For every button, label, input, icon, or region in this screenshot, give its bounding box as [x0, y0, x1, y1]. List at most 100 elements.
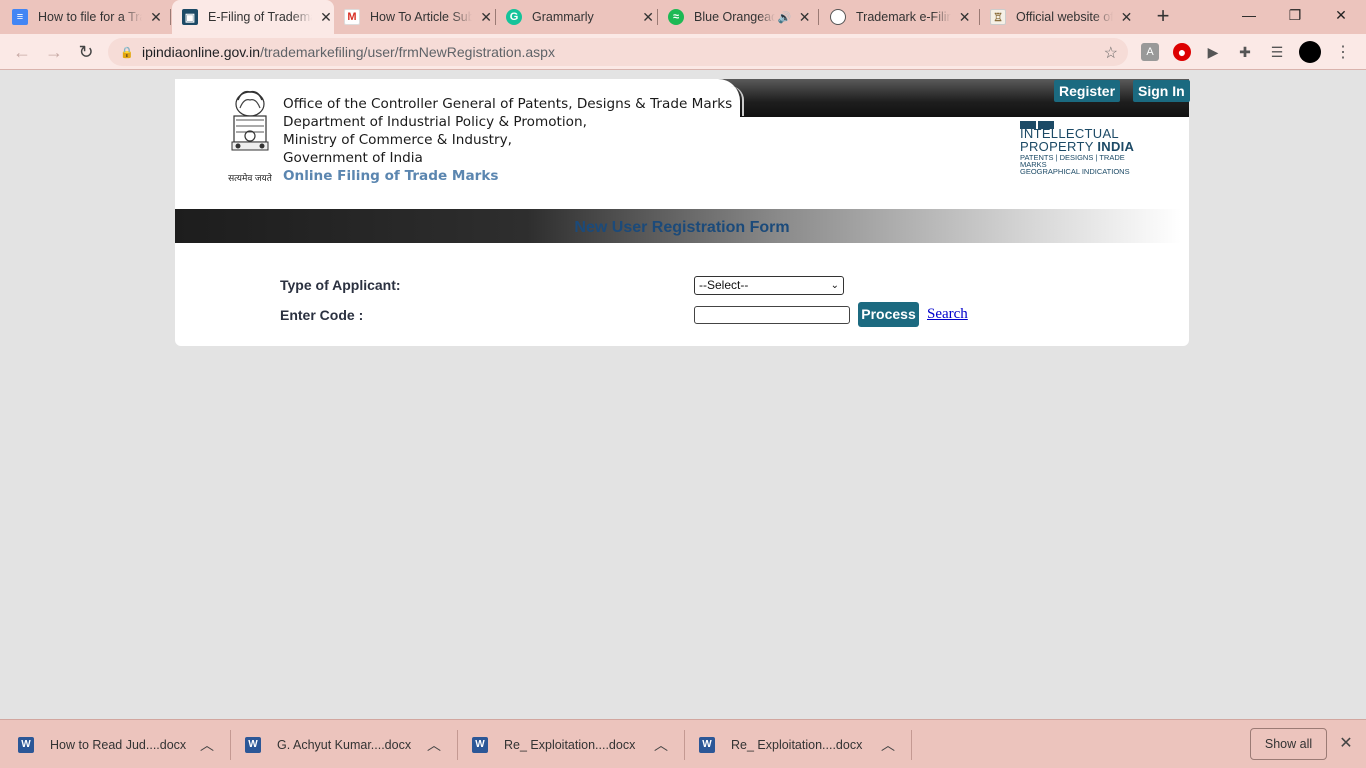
download-filename: Re_ Exploitation....docx: [504, 737, 636, 752]
tab-title: E-Filing of Trademark: [208, 10, 312, 24]
tab-official-website[interactable]: ♖ Official website of ✕: [990, 0, 1134, 34]
tab-separator: [495, 9, 496, 25]
emblem-icon: ♖: [990, 9, 1006, 25]
tab-title: How To Article Submission: [370, 10, 473, 24]
extensions-puzzle-icon[interactable]: ✚: [1236, 43, 1254, 61]
ashoka-emblem-icon: [231, 90, 269, 151]
address-bar[interactable]: 🔒 ipindiaonline.gov.in/trademarkefiling/…: [108, 38, 1128, 66]
office-title-block: Office of the Controller General of Pate…: [283, 95, 732, 185]
logo-line2a: PROPERTY: [1020, 139, 1098, 154]
register-button[interactable]: Register: [1054, 80, 1121, 102]
word-doc-icon: W: [472, 736, 488, 753]
tab-how-to-file[interactable]: ≡ How to file for a Trademark ✕: [12, 0, 170, 34]
logo-line3: PATENTS | DESIGNS | TRADE MARKS GEOGRAPH…: [1020, 153, 1150, 176]
url-path: /trademarkefiling/user/frmNewRegistratio…: [260, 44, 555, 60]
code-input[interactable]: [694, 306, 850, 324]
word-doc-icon: W: [18, 736, 34, 753]
office-line: Department of Industrial Policy & Promot…: [283, 114, 587, 130]
adblock-icon[interactable]: ●: [1173, 43, 1191, 61]
emblem-caption: सत्यमेव जयते: [228, 173, 272, 183]
logo-line2: PROPERTY INDIA: [1020, 139, 1134, 154]
process-button[interactable]: Process: [858, 302, 919, 327]
back-arrow-icon[interactable]: ←: [10, 40, 34, 64]
tab-gmail[interactable]: M How To Article Submission ✕: [344, 0, 494, 34]
type-of-applicant-select[interactable]: --Select-- ⌄: [694, 276, 844, 295]
show-all-button[interactable]: Show all: [1250, 728, 1327, 760]
media-playlist-icon[interactable]: ☰: [1268, 43, 1286, 61]
download-separator: [230, 730, 231, 760]
restore-button[interactable]: ❐: [1272, 0, 1318, 30]
close-window-button[interactable]: ✕: [1318, 0, 1364, 30]
browser-toolbar: ← → ↻ 🔒 ipindiaonline.gov.in/trademarkef…: [0, 34, 1366, 70]
menu-kebab-icon[interactable]: ⋮: [1334, 43, 1352, 61]
grammarly-icon: G: [506, 9, 522, 25]
download-item[interactable]: W Re_ Exploitation....docx ︿: [472, 720, 682, 768]
close-icon[interactable]: ✕: [640, 9, 656, 25]
download-filename: G. Achyut Kumar....docx: [277, 737, 412, 752]
speaker-icon[interactable]: 🔊: [777, 11, 791, 24]
select-value: --Select--: [699, 278, 749, 292]
download-item[interactable]: W Re_ Exploitation....docx ︿: [699, 720, 909, 768]
globe-icon: [830, 9, 846, 25]
tab-separator: [657, 9, 658, 25]
logo-line3a: PATENTS | DESIGNS | TRADE MARKS: [1020, 153, 1125, 169]
gmail-icon: M: [344, 9, 360, 25]
chevron-up-icon[interactable]: ︿: [200, 735, 214, 755]
new-tab-button[interactable]: +: [1152, 5, 1174, 27]
forward-arrow-icon[interactable]: →: [42, 40, 66, 64]
tab-trademark-efiling[interactable]: Trademark e-Filing ✕: [830, 0, 972, 34]
office-line: Office of the Controller General of Pate…: [283, 96, 733, 112]
word-doc-icon: W: [245, 736, 261, 753]
download-item[interactable]: W How to Read Jud....docx ︿: [18, 720, 228, 768]
tab-spotify[interactable]: ≈ Blue Orangeade 🔊 ✕: [668, 0, 812, 34]
minimize-button[interactable]: —: [1226, 0, 1272, 30]
tab-separator: [170, 9, 171, 25]
download-filename: How to Read Jud....docx: [50, 737, 187, 752]
url-text[interactable]: ipindiaonline.gov.in/trademarkefiling/us…: [142, 44, 555, 60]
reload-icon[interactable]: ↻: [74, 40, 98, 64]
site-subtitle: Online Filing of Trade Marks: [283, 168, 499, 184]
type-of-applicant-label: Type of Applicant:: [280, 277, 401, 293]
chevron-down-icon: ⌄: [830, 280, 839, 291]
download-separator: [684, 730, 685, 760]
national-emblem: सत्यमेव जयते: [222, 86, 278, 183]
close-icon[interactable]: ✕: [478, 9, 494, 25]
tab-title: Trademark e-Filing: [856, 10, 952, 24]
download-filename: Re_ Exploitation....docx: [731, 737, 863, 752]
lock-icon: 🔒: [120, 46, 134, 59]
logo-line4: GEOGRAPHICAL INDICATIONS: [1020, 167, 1130, 176]
download-item[interactable]: W G. Achyut Kumar....docx ︿: [245, 720, 455, 768]
close-icon[interactable]: ✕: [1119, 9, 1134, 25]
close-icon[interactable]: ✕: [148, 9, 164, 25]
extension-translate-icon[interactable]: A: [1141, 43, 1159, 61]
close-icon[interactable]: ✕: [797, 9, 812, 25]
chevron-up-icon[interactable]: ︿: [881, 735, 895, 755]
logo-line2b: INDIA: [1097, 139, 1135, 154]
tab-e-filing[interactable]: ▣ E-Filing of Trademark ✕: [172, 0, 334, 34]
downloads-bar: W How to Read Jud....docx ︿ W G. Achyut …: [0, 719, 1366, 768]
url-host: ipindiaonline.gov.in: [142, 44, 261, 60]
tab-separator: [818, 9, 819, 25]
ip-india-logo: INTELLECTUAL PROPERTY INDIA PATENTS | DE…: [1018, 116, 1148, 176]
office-line: Government of India: [283, 150, 423, 166]
office-line: Ministry of Commerce & Industry,: [283, 132, 512, 148]
cursor-extension-icon[interactable]: ▶: [1204, 43, 1222, 61]
spotify-icon: ≈: [668, 9, 684, 25]
word-doc-icon: W: [699, 736, 715, 753]
search-link[interactable]: Search: [927, 306, 968, 323]
tab-title: Grammarly: [532, 10, 594, 24]
download-separator: [457, 730, 458, 760]
profile-avatar[interactable]: [1299, 41, 1321, 63]
tab-title: Blue Orangeade: [694, 10, 776, 24]
close-icon[interactable]: ✕: [318, 9, 334, 25]
bookmark-star-icon[interactable]: ☆: [1104, 43, 1118, 63]
google-docs-icon: ≡: [12, 9, 28, 25]
logo-squares: [1020, 116, 1056, 129]
close-icon[interactable]: ✕: [1337, 734, 1355, 752]
sign-in-button[interactable]: Sign In: [1133, 80, 1190, 102]
close-icon[interactable]: ✕: [957, 9, 972, 25]
tab-grammarly[interactable]: G Grammarly ✕: [506, 0, 656, 34]
chevron-up-icon[interactable]: ︿: [654, 735, 668, 755]
chevron-up-icon[interactable]: ︿: [427, 735, 441, 755]
ipindia-icon: ▣: [182, 9, 198, 25]
